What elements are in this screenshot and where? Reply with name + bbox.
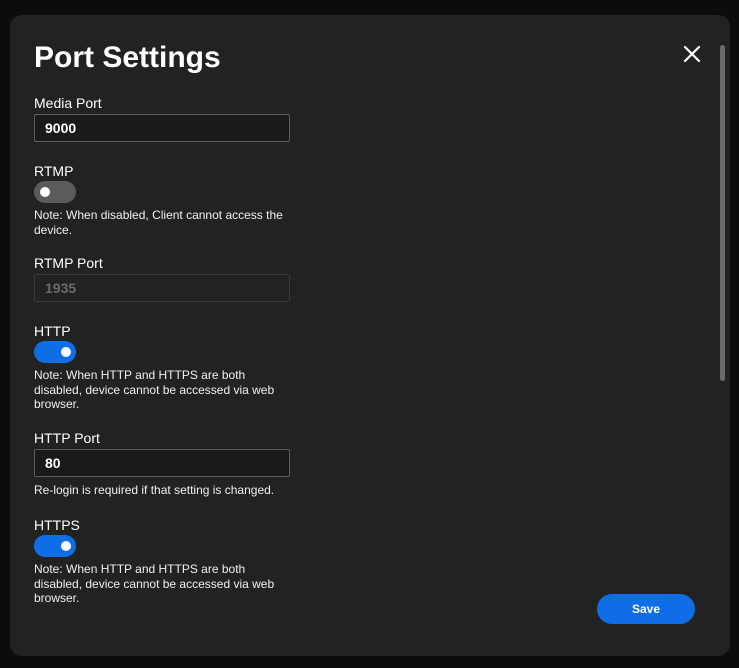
port-settings-dialog: Port Settings Media Port RTMP Note: When… [10,15,730,656]
rtmp-toggle[interactable] [34,181,76,203]
rtmp-note: Note: When disabled, Client cannot acces… [34,208,283,237]
save-button[interactable]: Save [597,594,695,624]
rtmp-port-input [34,274,290,302]
rtmp-port-label: RTMP Port [34,255,103,271]
https-label: HTTPS [34,517,80,533]
rtmp-label: RTMP [34,163,74,179]
http-note: Note: When HTTP and HTTPS are both disab… [34,368,275,411]
scrollbar-thumb[interactable] [720,45,725,381]
media-port-input[interactable] [34,114,290,142]
https-note: Note: When HTTP and HTTPS are both disab… [34,562,275,605]
close-button[interactable] [682,44,702,64]
http-toggle[interactable] [34,341,76,363]
toggle-knob [40,187,50,197]
http-port-label: HTTP Port [34,430,100,446]
http-port-input[interactable] [34,449,290,477]
dialog-title: Port Settings [34,41,221,74]
close-icon [683,45,701,63]
http-port-hint: Re-login is required if that setting is … [34,483,275,497]
https-toggle[interactable] [34,535,76,557]
http-label: HTTP [34,323,71,339]
toggle-knob [61,541,71,551]
toggle-knob [61,347,71,357]
media-port-label: Media Port [34,95,102,111]
